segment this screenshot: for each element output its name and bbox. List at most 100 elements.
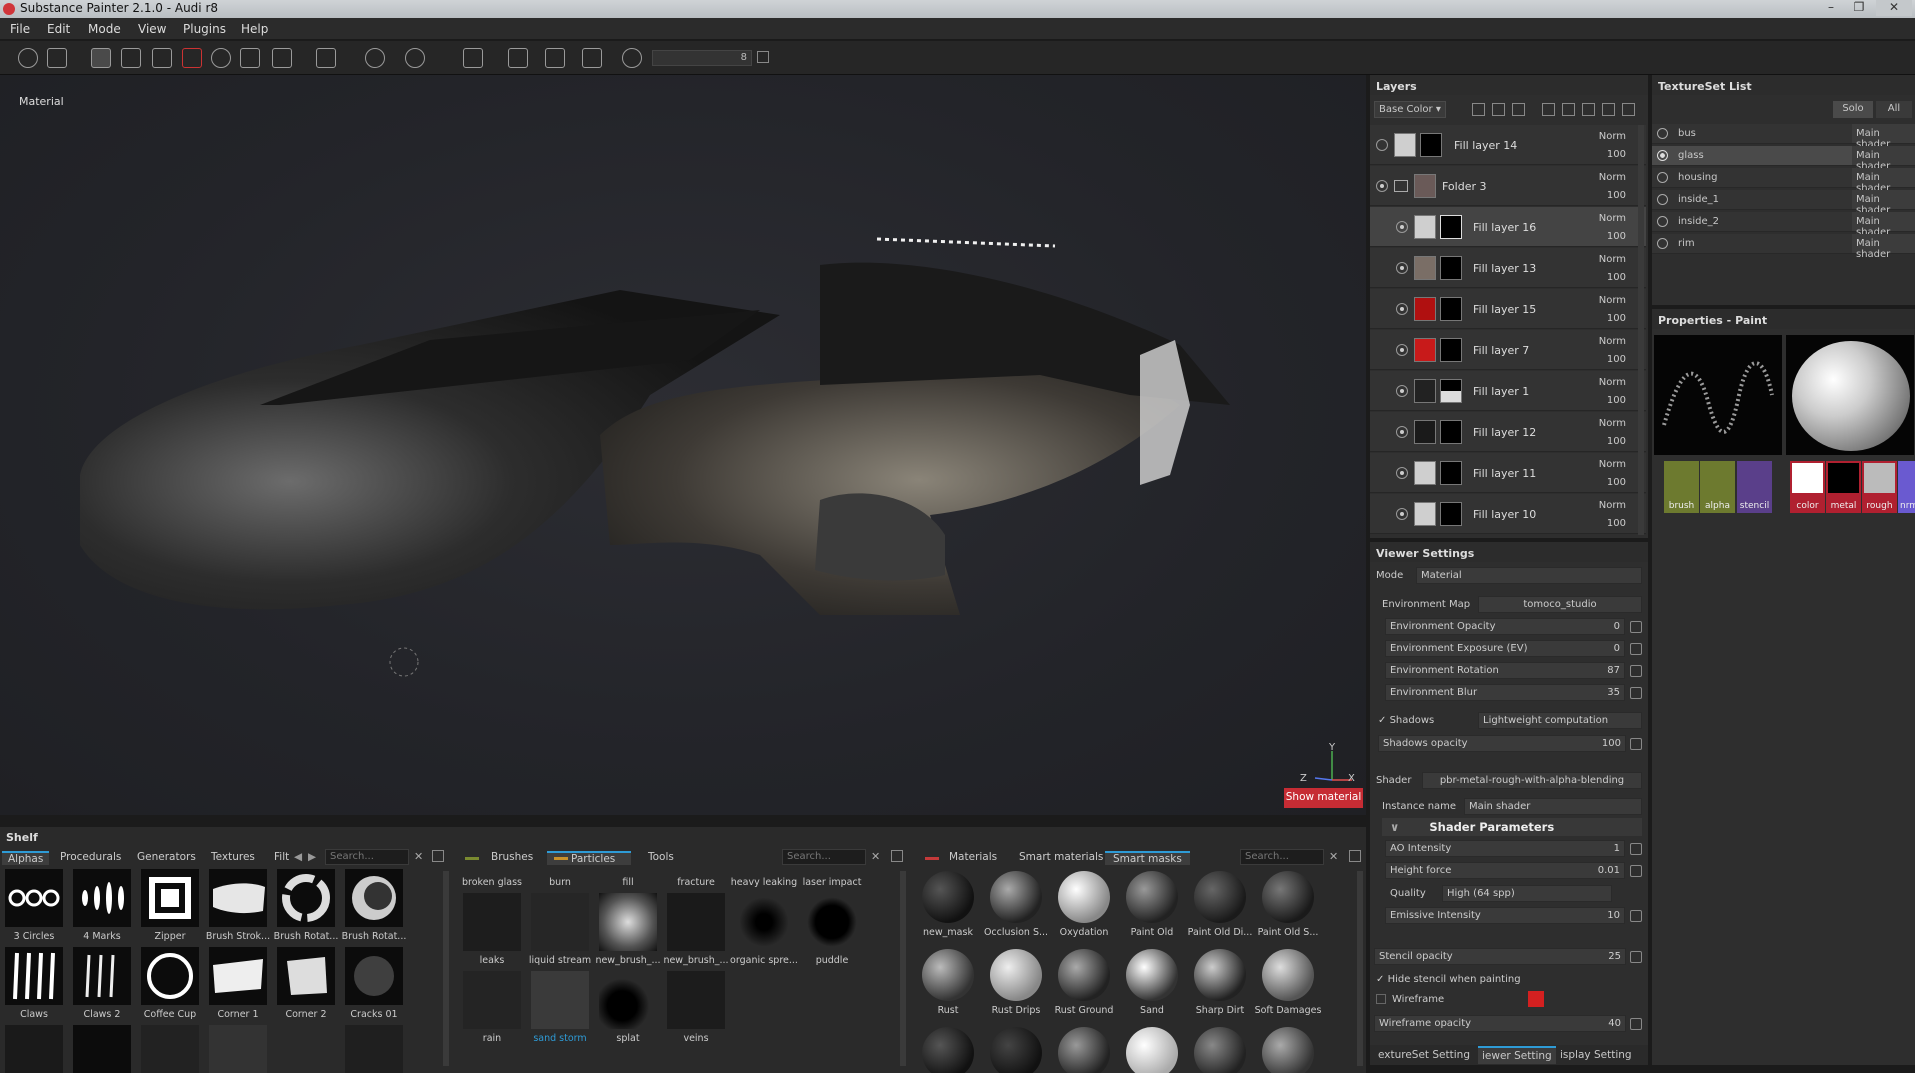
alpha-thumb[interactable] [73,947,131,1005]
mask-thumb[interactable] [990,871,1042,923]
particle-thumb[interactable] [803,893,861,951]
edit-icon[interactable] [1630,665,1642,677]
layer-opacity[interactable]: 100 [1607,477,1626,488]
symmetry-toggle-icon[interactable] [622,48,642,68]
cube-icon[interactable] [545,48,565,68]
layer-blend[interactable]: Norm [1599,418,1626,429]
metal-slot[interactable]: metal [1826,461,1861,513]
mask-thumb[interactable] [1126,871,1178,923]
radio-icon[interactable] [1657,238,1668,249]
particle-thumb[interactable] [531,971,589,1029]
tab-filters[interactable]: Filt [274,851,289,863]
tab-textureset-settings[interactable]: extureSet Setting [1378,1049,1470,1061]
mask-thumb[interactable] [1126,1027,1178,1073]
size-slider[interactable]: 8 [652,50,752,66]
layer-blend[interactable]: Norm [1599,213,1626,224]
textureset-shader[interactable]: Main shader [1852,168,1915,194]
alpha-thumb[interactable] [345,869,403,927]
maximize-icon[interactable]: ❐ [1846,0,1872,16]
tab-materials[interactable]: Materials [949,851,997,863]
clone-stamp-icon[interactable] [240,48,260,68]
alpha-thumb[interactable] [141,947,199,1005]
quality-dropdown[interactable]: High (64 spp) [1442,885,1612,902]
close-icon[interactable]: ✕ [1876,0,1912,16]
alpha-thumb[interactable] [141,1025,199,1073]
particle-thumb[interactable] [599,971,657,1029]
textureset-row[interactable]: glass Main shader [1652,146,1915,172]
menu-edit[interactable]: Edit [47,22,70,36]
particle-thumb[interactable] [667,971,725,1029]
alpha-thumb[interactable] [209,869,267,927]
solo-button[interactable]: Solo [1833,101,1873,118]
mask-thumb[interactable] [1194,949,1246,1001]
visibility-toggle-icon[interactable] [1396,426,1408,438]
tab-smart-masks[interactable]: Smart masks [1105,851,1190,865]
mask-thumb[interactable] [1194,871,1246,923]
shadows-opacity-slider[interactable]: Shadows opacity 100 [1378,735,1626,752]
particle-thumb[interactable] [531,893,589,951]
nrm-slot[interactable]: nrm [1898,461,1915,513]
layer-row[interactable]: Fill layer 12 Norm 100 [1370,412,1646,452]
layer-blend[interactable]: Norm [1599,377,1626,388]
alpha-thumb[interactable] [5,1025,63,1073]
3d-viewport[interactable]: Material Y Z X Show material [0,75,1366,815]
mask-thumb[interactable] [1058,871,1110,923]
add-effect-icon[interactable] [1492,103,1505,116]
add-filter-icon[interactable] [1512,103,1525,116]
alpha-thumb[interactable] [141,869,199,927]
radio-icon[interactable] [1657,194,1668,205]
particles-search-input[interactable]: Search... [782,849,866,865]
masks-search-input[interactable]: Search... [1240,849,1324,865]
textureset-row[interactable]: inside_2 Main shader [1652,212,1915,238]
textureset-row[interactable]: inside_1 Main shader [1652,190,1915,216]
mask-thumb[interactable] [1126,949,1178,1001]
alpha-thumb[interactable] [73,869,131,927]
tab-generators[interactable]: Generators [137,851,196,863]
visibility-toggle-icon[interactable] [1396,508,1408,520]
bake-icon[interactable] [47,48,67,68]
layer-row[interactable]: Fill layer 11 Norm 100 [1370,453,1646,493]
folder-row[interactable]: Folder 3 Norm 100 [1370,166,1646,206]
layer-row[interactable]: Fill layer 10 Norm 100 [1370,494,1646,534]
shader-field[interactable]: pbr-metal-rough-with-alpha-blending [1422,772,1642,789]
mask-thumb[interactable] [1058,1027,1110,1073]
alpha-thumb[interactable] [73,1025,131,1073]
substance-icon[interactable] [18,48,38,68]
edit-icon[interactable] [1630,643,1642,655]
edit-icon[interactable] [1630,738,1642,750]
edit-icon[interactable] [1630,687,1642,699]
particles-scrollbar[interactable] [900,871,906,1066]
radio-icon[interactable] [1657,216,1668,227]
particle-thumb[interactable] [463,893,521,951]
symmetry-icon[interactable] [365,48,385,68]
alphas-scrollbar[interactable] [443,871,449,1066]
color-slot[interactable]: color [1790,461,1825,513]
tab-brushes[interactable]: Brushes [491,851,533,863]
tab-textures[interactable]: Textures [211,851,255,863]
layer-opacity[interactable]: 100 [1607,272,1626,283]
add-fill-layer-icon[interactable] [1542,103,1555,116]
add-paint-layer-icon[interactable] [1562,103,1575,116]
masks-scrollbar[interactable] [1357,871,1363,1066]
layer-blend[interactable]: Norm [1599,336,1626,347]
layer-row[interactable]: Fill layer 15 Norm 100 [1370,289,1646,329]
layer-blend[interactable]: Norm [1599,172,1626,183]
shadows-dropdown[interactable]: Lightweight computation [1478,712,1642,729]
edit-icon[interactable] [1630,1018,1642,1030]
layer-row[interactable]: Fill layer 7 Norm 100 [1370,330,1646,370]
tab-tools[interactable]: Tools [648,851,674,863]
particle-thumb[interactable] [735,893,793,951]
layer-blend[interactable]: Norm [1599,254,1626,265]
env-exposure-slider[interactable]: Environment Exposure (EV) 0 [1385,640,1625,657]
visibility-toggle-icon[interactable] [1396,262,1408,274]
visibility-toggle-icon[interactable] [1396,221,1408,233]
symmetry-mirror-icon[interactable] [405,48,425,68]
menu-mode[interactable]: Mode [88,22,121,36]
mask-thumb[interactable] [1262,871,1314,923]
alpha-thumb[interactable] [277,869,335,927]
wireframe-opacity-slider[interactable]: Wireframe opacity 40 [1374,1015,1626,1032]
alpha-thumb[interactable] [5,947,63,1005]
layer-blend[interactable]: Norm [1599,131,1626,142]
alphas-search-input[interactable]: Search... [325,849,409,865]
edit-icon[interactable] [1630,951,1642,963]
